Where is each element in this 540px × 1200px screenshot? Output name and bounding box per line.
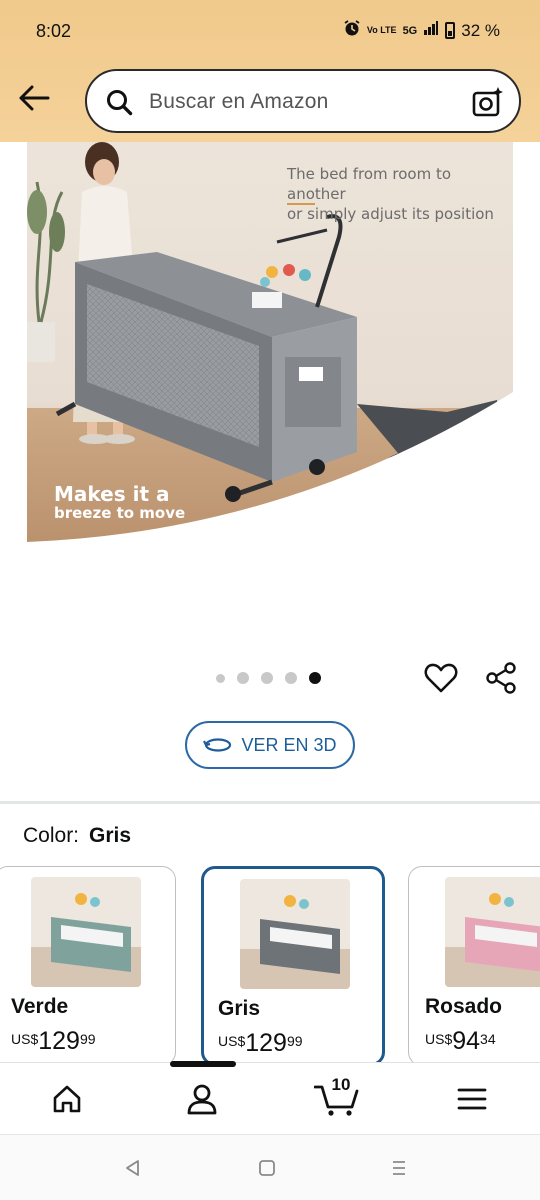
signal-icon — [423, 20, 439, 41]
view-in-3d-label: VER EN 3D — [241, 734, 337, 755]
section-divider — [0, 801, 540, 804]
bottom-nav: 10 — [0, 1061, 540, 1134]
status-time: 8:02 — [36, 21, 72, 41]
color-label-row: Color: Gris — [23, 824, 131, 848]
network-label: 5G — [402, 24, 418, 37]
search-icon — [107, 90, 133, 116]
app-root: 8:02 Vo LTE 5G 32 % Buscar en Amazon The… — [0, 0, 540, 1200]
color-label: Color: — [23, 824, 80, 847]
camera-search-icon[interactable] — [471, 85, 505, 119]
rotate-3d-icon — [203, 738, 232, 752]
back-arrow-icon — [19, 85, 50, 111]
image-tagline: The bed from room to another or simply a… — [287, 165, 494, 223]
search-bar[interactable]: Buscar en Amazon — [85, 69, 521, 133]
triangle-back-icon — [126, 1160, 139, 1176]
price-currency: US$ — [11, 1031, 39, 1047]
nav-menu[interactable] — [452, 1079, 492, 1119]
price-whole: 129 — [245, 1029, 287, 1057]
carousel-dot[interactable] — [237, 672, 249, 684]
back-button[interactable] — [16, 80, 52, 116]
price-whole: 94 — [452, 1027, 481, 1055]
system-recents-button[interactable] — [384, 1155, 414, 1181]
heart-icon — [424, 663, 458, 693]
view-in-3d-button[interactable]: VER EN 3D — [185, 721, 355, 769]
color-option-name: Gris — [218, 997, 261, 1020]
account-icon — [187, 1084, 217, 1115]
color-option-rosado[interactable]: Rosado US$ 94 34 — [408, 866, 540, 1066]
nav-cart[interactable]: 10 — [314, 1075, 360, 1119]
color-option-price: US$ 129 99 — [218, 1029, 303, 1057]
color-option-gris[interactable]: Gris US$ 129 99 — [201, 866, 385, 1066]
recents-icon — [393, 1161, 405, 1175]
color-option-name: Rosado — [425, 995, 503, 1018]
price-whole: 129 — [38, 1027, 80, 1055]
active-tab-indicator — [170, 1061, 236, 1067]
color-option-image — [445, 877, 540, 987]
battery-percent: 32 % — [461, 20, 500, 40]
price-fraction: 99 — [286, 1033, 303, 1049]
color-option-image — [240, 879, 350, 989]
cart-count: 10 — [331, 1075, 351, 1094]
color-selected-value: Gris — [89, 824, 132, 847]
carousel-dot-active[interactable] — [309, 672, 321, 684]
battery-icon — [445, 22, 456, 39]
status-icons: Vo LTE 5G 32 % — [343, 19, 500, 42]
wishlist-button[interactable] — [423, 660, 459, 696]
system-home-button[interactable] — [252, 1155, 282, 1181]
hamburger-menu-icon — [457, 1088, 487, 1110]
volte-icon: Vo LTE — [366, 25, 397, 35]
share-button[interactable] — [483, 660, 519, 696]
price-currency: US$ — [218, 1033, 246, 1049]
carousel-dot[interactable] — [261, 672, 273, 684]
image-slogan-line2: breeze to move — [54, 504, 186, 522]
price-currency: US$ — [425, 1031, 453, 1047]
nav-home[interactable] — [47, 1079, 87, 1119]
price-fraction: 99 — [79, 1031, 96, 1047]
color-option-image — [31, 877, 141, 987]
color-option-verde[interactable]: Verde US$ 129 99 — [0, 866, 176, 1066]
system-navigation-bar — [0, 1134, 540, 1200]
carousel-dots — [216, 672, 321, 684]
search-input[interactable]: Buscar en Amazon — [149, 90, 328, 114]
system-back-button[interactable] — [118, 1155, 148, 1181]
carousel-dot[interactable] — [216, 673, 225, 683]
product-image[interactable]: The bed from room to another or simply a… — [27, 142, 513, 568]
square-home-icon — [259, 1160, 275, 1176]
alarm-icon — [343, 19, 361, 42]
image-slogan-line1: Makes it a — [54, 482, 170, 506]
header: 8:02 Vo LTE 5G 32 % Buscar en Amazon — [0, 0, 540, 142]
home-icon — [53, 1085, 81, 1113]
color-option-name: Verde — [11, 995, 69, 1018]
price-fraction: 34 — [480, 1031, 496, 1047]
color-option-price: US$ 129 99 — [11, 1027, 96, 1055]
carousel-dot[interactable] — [285, 672, 297, 684]
nav-account[interactable] — [182, 1079, 222, 1119]
color-option-price: US$ 94 34 — [425, 1027, 496, 1055]
share-icon — [486, 662, 516, 694]
